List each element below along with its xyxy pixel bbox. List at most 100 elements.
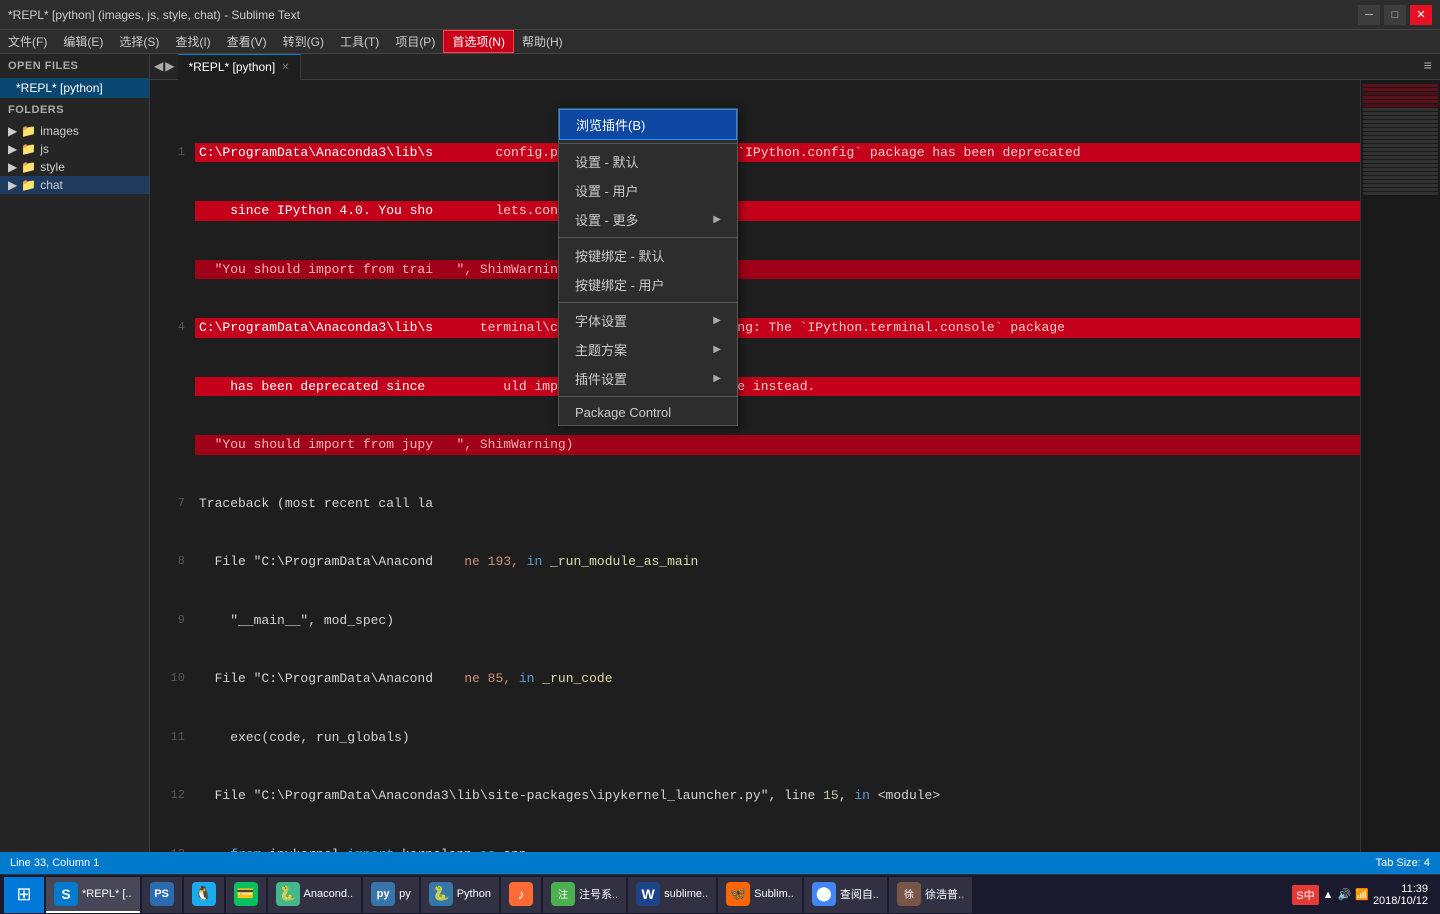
menu-keybindings-user[interactable]: 按键绑定 - 用户 bbox=[559, 270, 737, 299]
status-bar: Line 33, Column 1 Tab Size: 4 bbox=[0, 852, 1440, 874]
title-bar: *REPL* [python] (images, js, style, chat… bbox=[0, 0, 1440, 30]
sublimeb-taskbar-icon: 🦋 bbox=[726, 882, 750, 906]
menu-find[interactable]: 查找(I) bbox=[167, 30, 218, 53]
submenu-arrow-icon-3: ▶ bbox=[713, 344, 721, 355]
taskbar-xu[interactable]: 徐 徐浩普.. bbox=[889, 877, 972, 913]
sidebar-open-file-repl[interactable]: *REPL* [python] bbox=[0, 78, 149, 98]
taskbar-photoshop[interactable]: PS bbox=[142, 877, 182, 913]
menu-theme[interactable]: 主题方案 ▶ bbox=[559, 335, 737, 364]
cursor-position: Line 33, Column 1 bbox=[10, 857, 99, 869]
menu-goto[interactable]: 转到(G) bbox=[275, 30, 332, 53]
ps-taskbar-icon: PS bbox=[150, 882, 174, 906]
sidebar: OPEN FILES *REPL* [python] FOLDERS ▶ 📁 i… bbox=[0, 54, 150, 852]
folder-arrow-icon: ▶ bbox=[8, 178, 17, 192]
editor-line-8: 8 File "C:\ProgramData\Anacond ne 193, i… bbox=[150, 552, 1360, 572]
tray-date-display: 2018/10/12 bbox=[1373, 895, 1428, 907]
tab-label: *REPL* [python] bbox=[188, 60, 275, 74]
taskbar-sublime2-label: sublime.. bbox=[664, 888, 708, 900]
tray-s-icon: S中 bbox=[1292, 885, 1318, 905]
taskbar-zuhaox[interactable]: 注 注号系.. bbox=[543, 877, 626, 913]
taskbar-sublimeb[interactable]: 🦋 Sublim.. bbox=[718, 877, 802, 913]
tray-time-display: 11:39 bbox=[1373, 883, 1428, 895]
maximize-button[interactable]: □ bbox=[1384, 5, 1406, 25]
tray-network-icon[interactable]: 📶 bbox=[1355, 888, 1369, 901]
menu-plugin-settings[interactable]: 插件设置 ▶ bbox=[559, 364, 737, 393]
menu-settings-user[interactable]: 设置 - 用户 bbox=[559, 176, 737, 205]
menu-keybindings-default[interactable]: 按键绑定 - 默认 bbox=[559, 241, 737, 270]
menu-help[interactable]: 帮助(H) bbox=[514, 30, 571, 53]
menu-tools[interactable]: 工具(T) bbox=[332, 30, 387, 53]
taskbar-python-label: Python bbox=[457, 888, 491, 900]
editor-line-13: 13 from ipykernel import kernelapp as ap… bbox=[150, 845, 1360, 853]
main-layout: OPEN FILES *REPL* [python] FOLDERS ▶ 📁 i… bbox=[0, 54, 1440, 852]
python-taskbar-icon: 🐍 bbox=[429, 882, 453, 906]
window-title: *REPL* [python] (images, js, style, chat… bbox=[8, 8, 1358, 22]
taskbar-qqmusic[interactable]: ♪ bbox=[501, 877, 541, 913]
sidebar-folder-images[interactable]: ▶ 📁 images bbox=[0, 122, 149, 140]
editor-area[interactable]: 1 C:\ProgramData\Anaconda3\lib\s config.… bbox=[150, 80, 1360, 852]
window-controls: ─ □ ✕ bbox=[1358, 5, 1432, 25]
menu-font-settings[interactable]: 字体设置 ▶ bbox=[559, 306, 737, 335]
tab-scroll-arrows[interactable]: ◀ ▶ bbox=[150, 59, 178, 74]
tab-menu-button[interactable]: ≡ bbox=[1416, 59, 1440, 75]
menu-separator-2 bbox=[559, 237, 737, 238]
menu-edit[interactable]: 编辑(E) bbox=[55, 30, 111, 53]
menu-select[interactable]: 选择(S) bbox=[111, 30, 167, 53]
tab-close-icon[interactable]: ✕ bbox=[281, 62, 289, 73]
submenu-arrow-icon-4: ▶ bbox=[713, 373, 721, 384]
taskbar-python[interactable]: 🐍 Python bbox=[421, 877, 499, 913]
tray-arrow-icon[interactable]: ▲ bbox=[1323, 889, 1334, 901]
editor-line-1: 1 C:\ProgramData\Anaconda3\lib\s config.… bbox=[150, 143, 1360, 163]
menu-file[interactable]: 文件(F) bbox=[0, 30, 55, 53]
taskbar-qq[interactable]: 🐧 bbox=[184, 877, 224, 913]
menu-separator-1 bbox=[559, 143, 737, 144]
taskbar-sublimeb-label: Sublim.. bbox=[754, 888, 794, 900]
menu-browse-packages[interactable]: 浏览插件(B) bbox=[559, 109, 737, 140]
qqmusic-taskbar-icon: ♪ bbox=[509, 882, 533, 906]
folder-icon: 📁 bbox=[21, 124, 36, 138]
menu-package-control[interactable]: Package Control bbox=[559, 400, 737, 425]
menu-preferences[interactable]: 首选项(N) bbox=[443, 30, 514, 53]
taskbar-tray: S中 ▲ 🔊 📶 11:39 2018/10/12 bbox=[1284, 883, 1436, 907]
start-button[interactable]: ⊞ bbox=[4, 877, 44, 913]
tab-arrow-right[interactable]: ▶ bbox=[165, 59, 174, 74]
open-files-title: OPEN FILES bbox=[0, 54, 149, 78]
zuhaox-taskbar-icon: 注 bbox=[551, 882, 575, 906]
taskbar-wechat[interactable]: 💳 bbox=[226, 877, 266, 913]
taskbar-anaconda[interactable]: 🐍 Anacond.. bbox=[268, 877, 362, 913]
chrome-taskbar-icon: ⬤ bbox=[812, 882, 836, 906]
menu-settings-more[interactable]: 设置 - 更多 ▶ bbox=[559, 205, 737, 234]
menu-project[interactable]: 项目(P) bbox=[387, 30, 443, 53]
taskbar-chrome[interactable]: ⬤ 查阅自.. bbox=[804, 877, 887, 913]
sidebar-folder-js[interactable]: ▶ 📁 js bbox=[0, 140, 149, 158]
editor-content: 1 C:\ProgramData\Anaconda3\lib\s config.… bbox=[150, 80, 1360, 852]
editor-line-11: 11 exec(code, run_globals) bbox=[150, 728, 1360, 748]
tray-volume-icon[interactable]: 🔊 bbox=[1338, 888, 1352, 901]
tray-clock[interactable]: 11:39 2018/10/12 bbox=[1373, 883, 1428, 907]
folder-icon: 📁 bbox=[21, 142, 36, 156]
tab-size: Tab Size: 4 bbox=[1376, 857, 1430, 869]
sidebar-folder-style[interactable]: ▶ 📁 style bbox=[0, 158, 149, 176]
xu-taskbar-icon: 徐 bbox=[897, 882, 921, 906]
menu-separator-4 bbox=[559, 396, 737, 397]
tabs-bar: ◀ ▶ *REPL* [python] ✕ ≡ bbox=[150, 54, 1440, 80]
tab-repl-python[interactable]: *REPL* [python] ✕ bbox=[178, 54, 300, 80]
taskbar-sublime2[interactable]: W sublime.. bbox=[628, 877, 716, 913]
menu-view[interactable]: 查看(V) bbox=[219, 30, 275, 53]
editor-line-9: 9 "__main__", mod_spec) bbox=[150, 611, 1360, 631]
minimize-button[interactable]: ─ bbox=[1358, 5, 1380, 25]
taskbar-sublime[interactable]: S *REPL* [.. bbox=[46, 877, 140, 913]
taskbar-anaconda-label: Anacond.. bbox=[304, 888, 354, 900]
windows-logo-icon: ⊞ bbox=[16, 884, 31, 906]
taskbar-py[interactable]: py py bbox=[363, 877, 419, 913]
menu-settings-default[interactable]: 设置 - 默认 bbox=[559, 147, 737, 176]
tab-arrow-left[interactable]: ◀ bbox=[154, 59, 163, 74]
taskbar-py-label: py bbox=[399, 888, 411, 900]
close-button[interactable]: ✕ bbox=[1410, 5, 1432, 25]
sidebar-file-label: *REPL* [python] bbox=[16, 81, 103, 95]
folder-icon: 📁 bbox=[21, 178, 36, 192]
editor-line-6: "You should import from jupy ", ShimWarn… bbox=[150, 435, 1360, 455]
editor-line-2: since IPython 4.0. You sho lets.config i… bbox=[150, 201, 1360, 221]
sidebar-folder-chat[interactable]: ▶ 📁 chat bbox=[0, 176, 149, 194]
minimap-content bbox=[1361, 80, 1440, 200]
